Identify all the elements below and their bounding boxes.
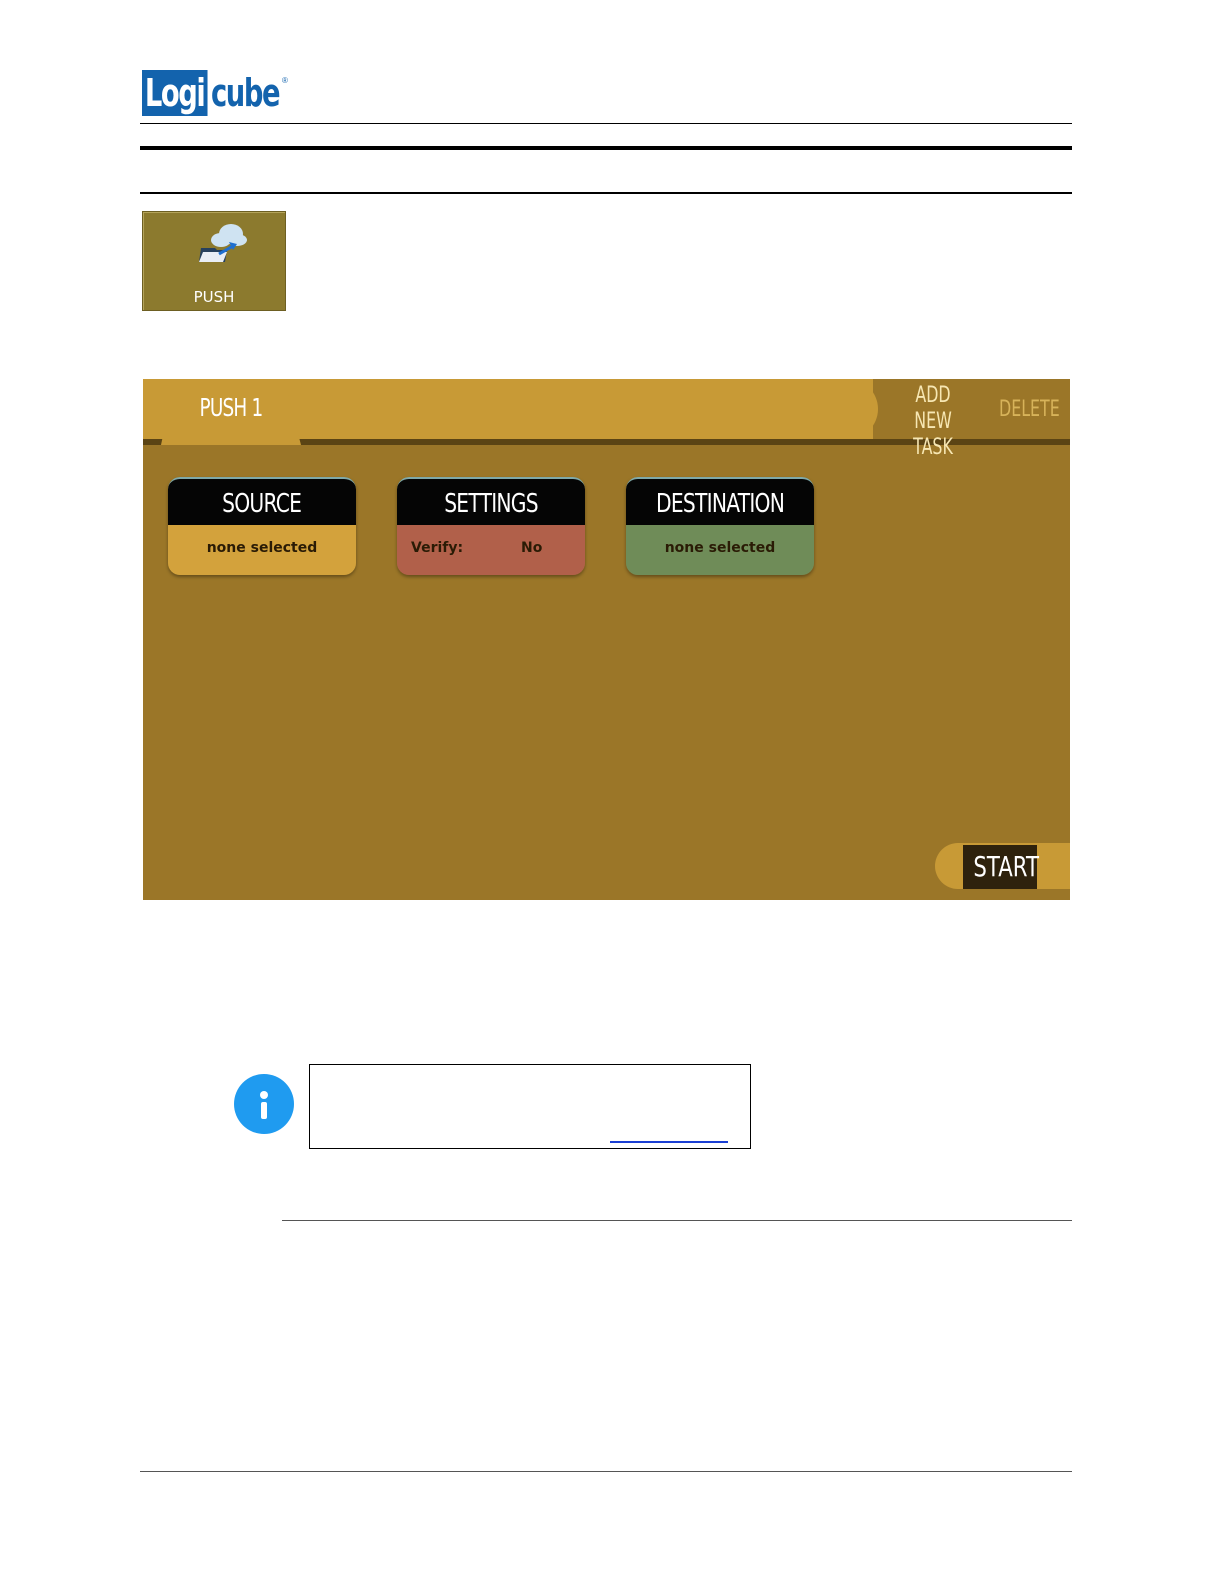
settings-title: SETTINGS: [444, 489, 538, 519]
settings-body: Verify: No: [397, 525, 585, 575]
info-icon: [234, 1074, 294, 1134]
push-label: PUSH: [193, 288, 235, 306]
settings-card[interactable]: SETTINGS Verify: No: [397, 477, 585, 575]
destination-value: none selected: [626, 525, 814, 575]
tab-push-1-label: PUSH 1: [199, 393, 264, 422]
verify-label: Verify:: [411, 540, 464, 556]
cloud-upload-folder-icon: [199, 224, 247, 262]
header-rule-thin: [140, 123, 1072, 124]
section-end-rule: [282, 1220, 1072, 1221]
header-rule-thick: [140, 146, 1072, 150]
note-link[interactable]: [610, 1141, 728, 1143]
footer-rule: [140, 1471, 1072, 1472]
push-task-screen: PUSH 1 ADD NEW TASK DELETE SOURCE none s…: [143, 379, 1070, 900]
section-rule: [140, 192, 1072, 194]
source-value: none selected: [168, 525, 356, 575]
logo-block: Logi: [142, 70, 208, 116]
info-icon-bar: [261, 1102, 267, 1119]
start-button[interactable]: START: [963, 845, 1040, 889]
destination-title: DESTINATION: [655, 489, 785, 519]
note-box: [309, 1064, 751, 1149]
delete-button[interactable]: DELETE: [999, 397, 1060, 422]
start-label: START: [973, 850, 1040, 883]
logicube-logo: Logi cube ®: [142, 70, 305, 116]
push-button[interactable]: PUSH: [142, 211, 286, 311]
info-icon-dot: [260, 1091, 268, 1099]
source-card[interactable]: SOURCE none selected: [168, 477, 356, 575]
add-new-task-button[interactable]: ADD NEW TASK: [897, 383, 969, 461]
logo-text: cube: [210, 71, 281, 115]
destination-card[interactable]: DESTINATION none selected: [626, 477, 814, 575]
logo-registered-mark: ®: [282, 76, 288, 85]
verify-value: No: [521, 540, 543, 556]
source-title: SOURCE: [222, 489, 302, 519]
